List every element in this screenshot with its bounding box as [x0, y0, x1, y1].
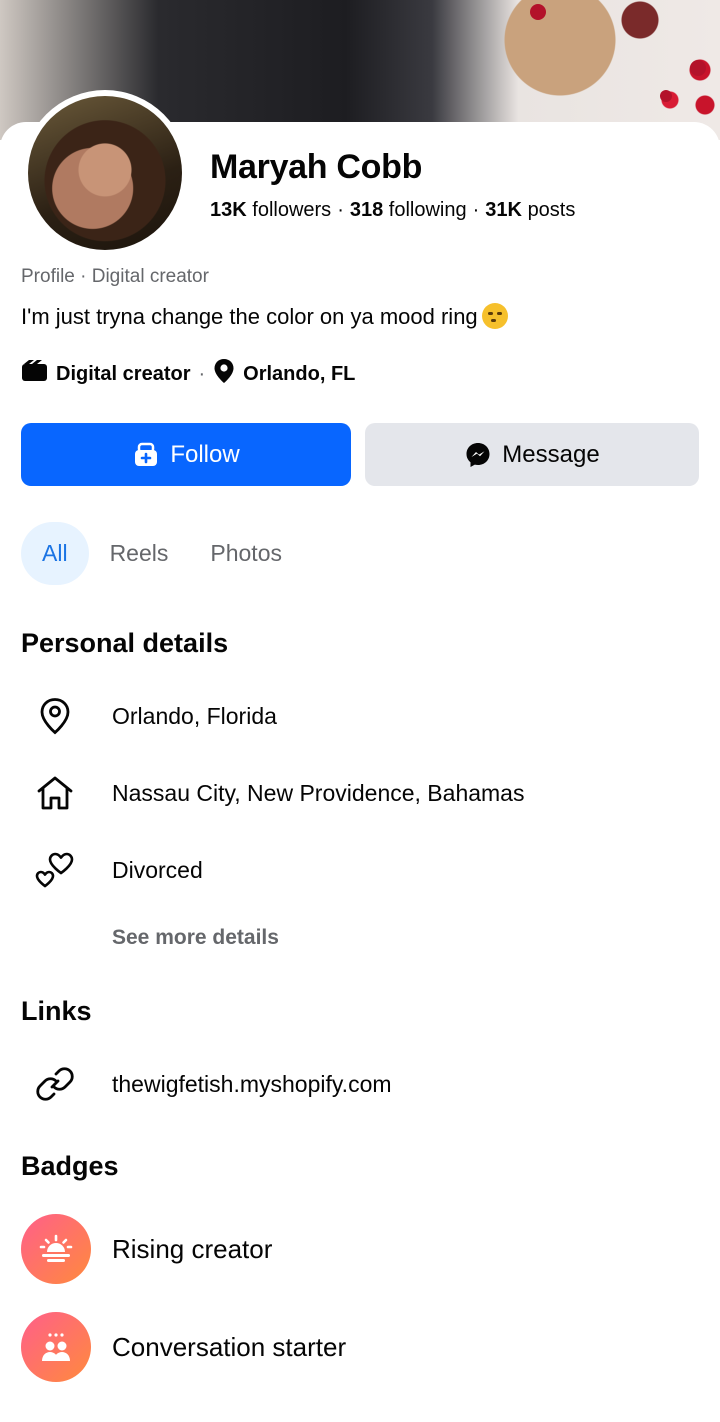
avatar-image	[28, 96, 182, 250]
message-button[interactable]: Message	[365, 423, 699, 486]
hearts-icon	[34, 850, 76, 890]
follow-button[interactable]: Follow	[21, 423, 351, 486]
bio-text: I'm just tryna change the color on ya mo…	[21, 304, 478, 329]
see-more-details-link[interactable]: See more details	[112, 926, 279, 950]
link-icon	[34, 1064, 76, 1104]
detail-row-hometown: Nassau City, New Providence, Bahamas	[0, 768, 720, 818]
badge-rising-creator[interactable]: Rising creator	[21, 1214, 272, 1284]
home-icon	[34, 774, 76, 812]
badge-conversation-starter[interactable]: Conversation starter	[21, 1312, 346, 1382]
badge-label: Rising creator	[112, 1233, 273, 1264]
detail-row-relationship: Divorced	[0, 845, 720, 895]
tab-all[interactable]: All	[21, 522, 89, 585]
cover-rose-decoration	[690, 60, 706, 76]
badges-title: Badges	[21, 1151, 119, 1181]
profile-avatar[interactable]	[22, 90, 188, 256]
profile-category-line: Profile · Digital creator	[21, 266, 209, 287]
smirk-emoji-icon	[481, 303, 508, 329]
location-pin-icon	[34, 697, 76, 735]
detail-text: Orlando, Florida	[112, 702, 277, 729]
profile-stats: 13K followers · 318 following · 31K posts	[210, 199, 576, 221]
detail-text: Nassau City, New Providence, Bahamas	[112, 779, 525, 806]
following-stat[interactable]: 318 following	[350, 199, 467, 221]
follow-icon	[135, 442, 158, 466]
profile-bio: I'm just tryna change the color on ya mo…	[21, 303, 508, 330]
cover-rose-decoration	[660, 90, 672, 102]
badge-label: Conversation starter	[112, 1331, 347, 1362]
posts-stat[interactable]: 31K posts	[485, 199, 575, 221]
people-icon	[21, 1312, 91, 1382]
detail-text: Divorced	[112, 856, 203, 883]
sunrise-icon	[21, 1214, 91, 1284]
cover-rose-decoration	[530, 4, 546, 20]
links-title: Links	[21, 996, 92, 1026]
tag-category: Digital creator	[56, 362, 191, 385]
personal-details-title: Personal details	[21, 628, 229, 658]
profile-tags: Digital creator · Orlando, FL	[21, 358, 355, 390]
followers-stat[interactable]: 13K followers	[210, 199, 331, 221]
location-pin-icon	[213, 358, 235, 390]
clapperboard-icon	[21, 360, 48, 388]
detail-row-current-city: Orlando, Florida	[0, 691, 720, 741]
tab-reels[interactable]: Reels	[89, 522, 190, 585]
profile-tabs: All Reels Photos	[21, 522, 303, 585]
tab-photos[interactable]: Photos	[189, 522, 303, 585]
link-row[interactable]: thewigfetish.myshopify.com	[0, 1059, 720, 1109]
link-text[interactable]: thewigfetish.myshopify.com	[112, 1071, 392, 1098]
profile-name: Maryah Cobb	[210, 148, 423, 186]
tag-location[interactable]: Orlando, FL	[243, 363, 355, 386]
messenger-icon	[466, 442, 490, 467]
